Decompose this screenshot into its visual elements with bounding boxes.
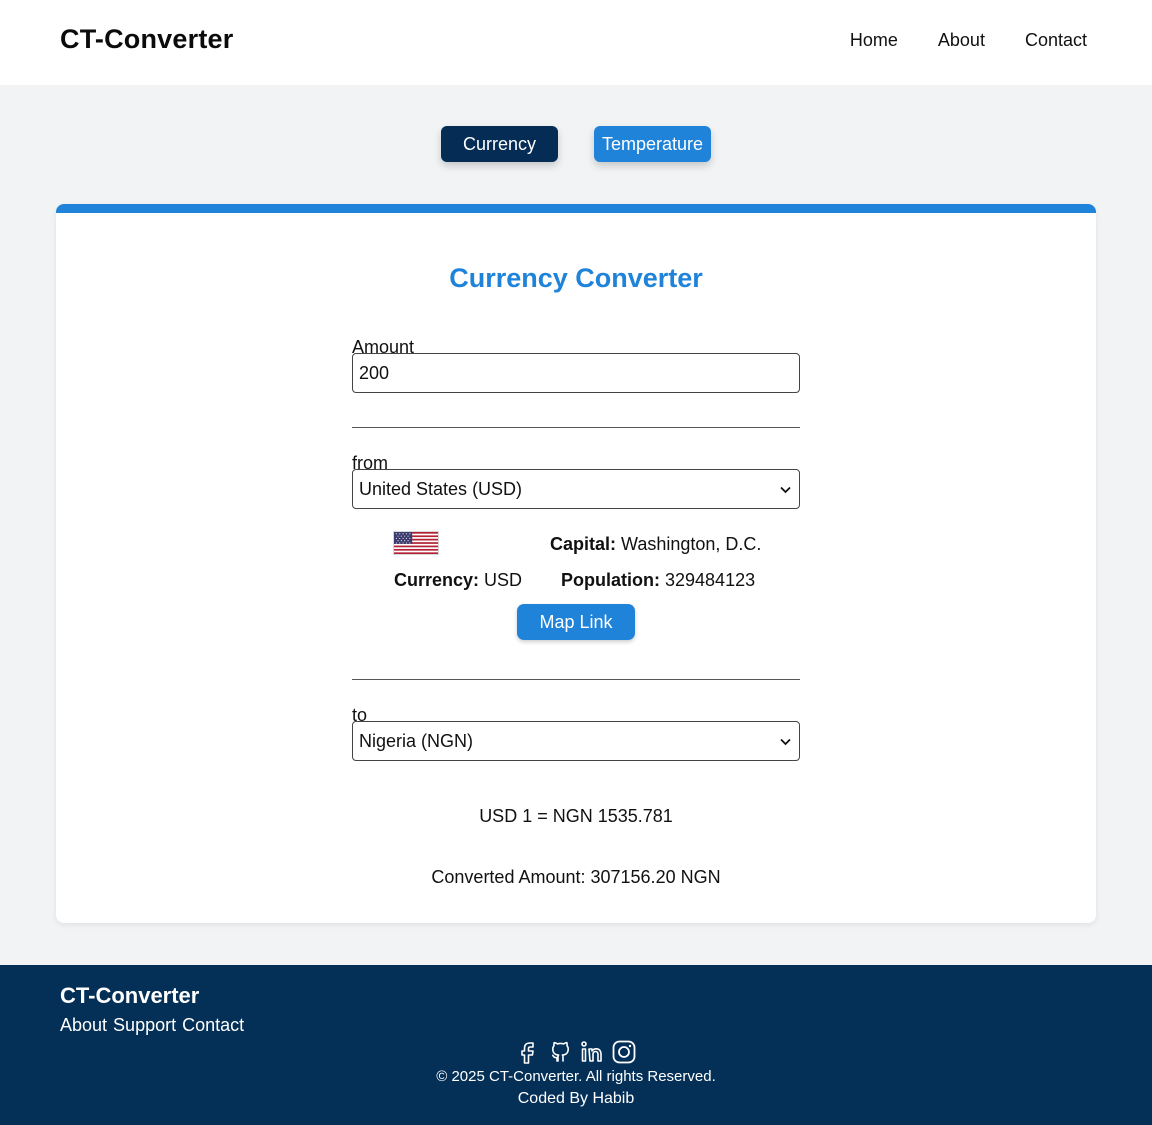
from-select-value: United States (USD) (359, 478, 523, 499)
converter-card: Currency Converter Amount 200 from Unite… (56, 204, 1096, 923)
converted-amount-text: Converted Amount: 307156.20 NGN (431, 867, 721, 887)
currency-value: USD (484, 570, 523, 590)
linkedin-icon[interactable] (579, 1039, 605, 1065)
brand-logo[interactable]: CT-Converter (60, 24, 233, 55)
footer-links: About Support Contact (60, 1015, 244, 1036)
us-flag-icon (393, 531, 439, 555)
main-nav: Home About Contact (850, 30, 1087, 51)
nav-home-link[interactable]: Home (850, 30, 898, 51)
divider (352, 679, 800, 680)
social-icons (0, 1039, 1152, 1065)
capital-value: Washington, D.C. (621, 534, 762, 554)
credit-text: Coded By Habib (517, 1090, 635, 1107)
footer-brand: CT-Converter (60, 983, 200, 1008)
chevron-down-icon (780, 734, 791, 749)
tab-currency[interactable]: Currency (441, 126, 558, 162)
amount-input[interactable]: 200 (352, 353, 800, 393)
to-select-value: Nigeria (NGN) (359, 730, 474, 751)
footer-about-link[interactable]: About (60, 1015, 107, 1036)
tab-temperature[interactable]: Temperature (594, 126, 711, 162)
site-header: CT-Converter Home About Contact (0, 0, 1152, 85)
exchange-rate-text: USD 1 = NGN 1535.781 (479, 806, 673, 826)
github-icon[interactable] (547, 1039, 573, 1065)
population-label: Population: (561, 570, 660, 590)
population-info: Population: 329484123 (561, 570, 755, 591)
amount-value: 200 (359, 362, 390, 383)
from-currency-select[interactable]: United States (USD) (352, 469, 800, 509)
nav-about-link[interactable]: About (938, 30, 985, 51)
nav-contact-link[interactable]: Contact (1025, 30, 1087, 51)
capital-label: Capital: (550, 534, 617, 554)
currency-label: Currency: (394, 570, 480, 590)
to-currency-select[interactable]: Nigeria (NGN) (352, 721, 800, 761)
capital-info: Capital: Washington, D.C. (550, 534, 761, 555)
divider (352, 427, 800, 428)
facebook-icon[interactable] (515, 1039, 541, 1065)
instagram-icon[interactable] (611, 1039, 637, 1065)
converter-tabs: Currency Temperature (0, 126, 1152, 162)
population-value: 329484123 (665, 570, 756, 590)
currency-info: Currency: USD (394, 570, 522, 591)
page-title: Currency Converter (449, 263, 703, 293)
copyright-text: © 2025 CT-Converter. All rights Reserved… (436, 1068, 716, 1085)
footer-support-link[interactable]: Support (113, 1015, 176, 1036)
site-footer: CT-Converter About Support Contact © 202… (0, 965, 1152, 1125)
footer-contact-link[interactable]: Contact (182, 1015, 244, 1036)
map-link-button[interactable]: Map Link (517, 604, 635, 640)
chevron-down-icon (780, 482, 791, 497)
